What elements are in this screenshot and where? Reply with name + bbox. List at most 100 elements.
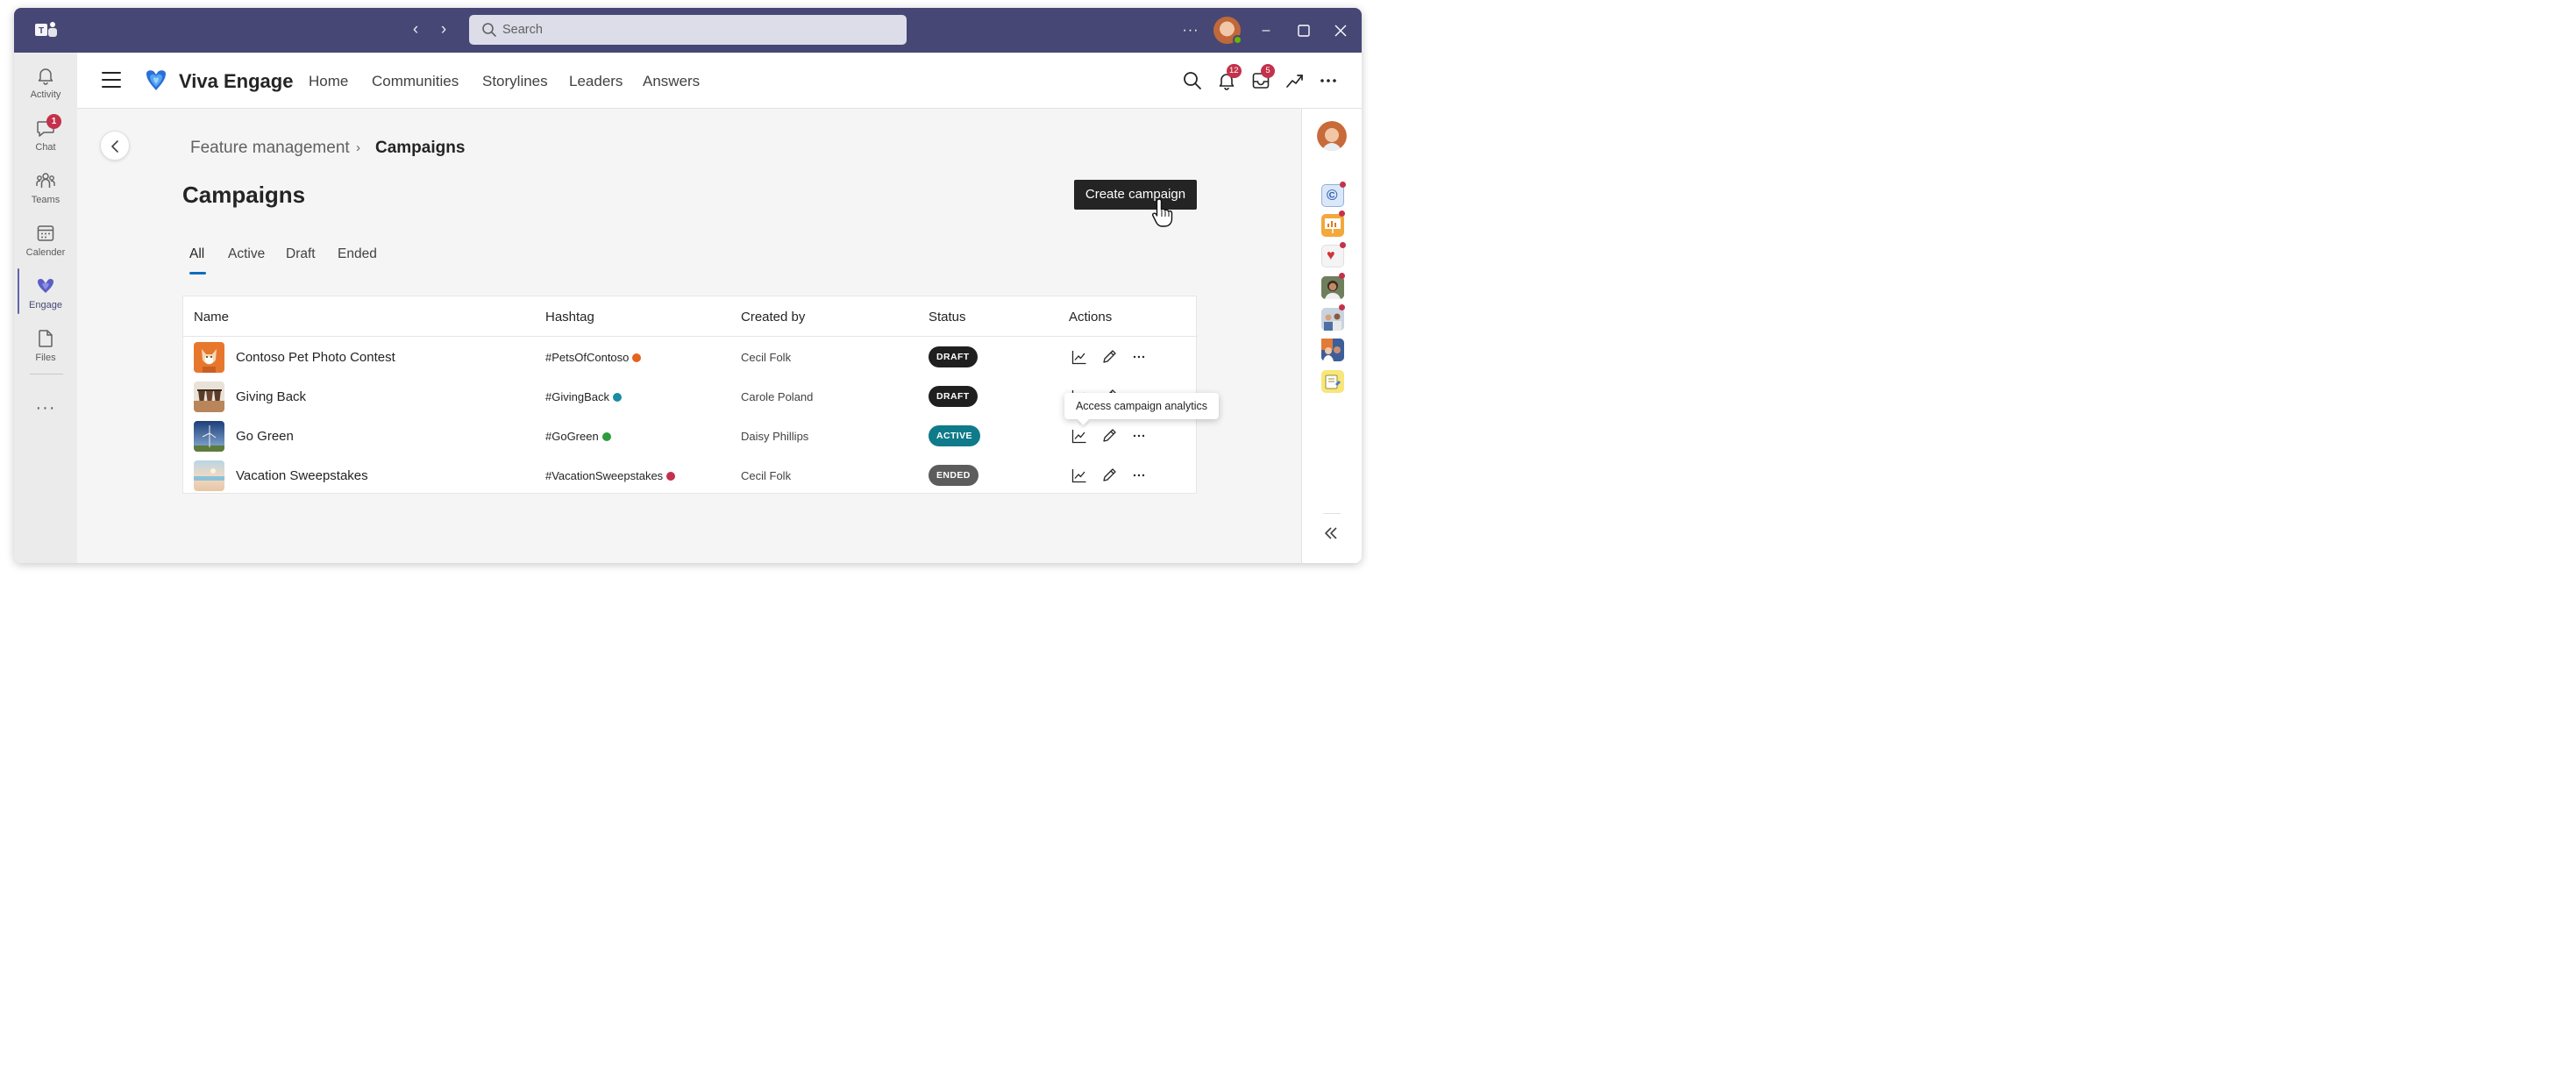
app-team-icon[interactable] xyxy=(1321,339,1344,361)
campaign-name[interactable]: Giving Back xyxy=(236,389,306,404)
edit-pencil-icon[interactable] xyxy=(1100,348,1118,366)
campaign-name[interactable]: Contoso Pet Photo Contest xyxy=(236,350,395,365)
status-badge: ACTIVE xyxy=(929,425,980,446)
rail-label: Engage xyxy=(29,300,62,310)
nav-communities[interactable]: Communities xyxy=(372,73,459,90)
right-bar-divider xyxy=(1323,513,1341,514)
notifications-badge: 12 xyxy=(1227,64,1242,78)
created-by: Cecil Folk xyxy=(741,469,792,482)
user-avatar[interactable] xyxy=(1213,17,1242,45)
viva-engage-logo-icon xyxy=(146,70,166,90)
search-icon xyxy=(482,23,496,37)
more-options-icon[interactable] xyxy=(1318,70,1339,91)
app-praise-icon[interactable]: ♥ xyxy=(1321,242,1346,267)
teams-logo-icon[interactable]: T xyxy=(35,21,58,40)
right-app-bar: © ♥ xyxy=(1301,109,1362,563)
create-campaign-button[interactable]: Create campaign xyxy=(1074,180,1197,210)
status-badge: DRAFT xyxy=(929,386,978,407)
engage-icon xyxy=(38,278,53,293)
app-presentation-icon[interactable] xyxy=(1321,210,1345,237)
hand-cursor-icon xyxy=(1151,198,1173,227)
page-title: Campaigns xyxy=(182,182,306,208)
tab-ended[interactable]: Ended xyxy=(338,246,377,262)
close-icon[interactable] xyxy=(1332,22,1349,39)
created-by: Daisy Phillips xyxy=(741,430,809,443)
campaign-hashtag: #PetsOfContoso xyxy=(545,351,642,364)
hashtag-text: #GoGreen xyxy=(545,430,599,443)
breadcrumb-feature-management[interactable]: Feature management xyxy=(190,139,350,158)
nav-home[interactable]: Home xyxy=(309,73,348,90)
title-bar: T ‹ › Search ··· – xyxy=(14,8,1362,53)
more-options-icon[interactable] xyxy=(1130,427,1148,445)
collapse-double-chevron-icon[interactable] xyxy=(1322,525,1341,541)
table-row[interactable]: Go Green #GoGreen Daisy Phillips ACTIVE xyxy=(183,416,1198,455)
back-arrow-icon[interactable]: ‹ xyxy=(407,21,424,39)
rail-item-activity[interactable]: Activity xyxy=(14,61,77,112)
analytics-icon[interactable] xyxy=(1071,427,1088,445)
app-copyright-icon[interactable]: © xyxy=(1321,182,1346,207)
search-icon[interactable] xyxy=(1182,70,1203,91)
hamburger-menu-icon[interactable] xyxy=(102,72,121,88)
rail-label: Chat xyxy=(35,142,56,153)
group-photo-icon xyxy=(1321,308,1344,331)
bell-icon xyxy=(38,68,53,85)
edit-pencil-icon[interactable] xyxy=(1100,427,1118,445)
column-header-status[interactable]: Status xyxy=(929,310,966,324)
minimize-icon[interactable]: – xyxy=(1257,22,1275,39)
rail-item-files[interactable]: Files xyxy=(14,324,77,375)
campaign-thumbnail xyxy=(194,342,224,373)
nav-storylines[interactable]: Storylines xyxy=(482,73,548,90)
presentation-chart-icon xyxy=(1325,218,1341,233)
analytics-icon[interactable] xyxy=(1071,467,1088,484)
column-header-created-by[interactable]: Created by xyxy=(741,310,805,324)
profile-avatar[interactable] xyxy=(1317,121,1347,151)
teams-icon xyxy=(36,173,55,188)
inbox-button[interactable]: 5 xyxy=(1250,64,1275,91)
table-row[interactable]: Giving Back #GivingBack Carole Poland DR… xyxy=(183,376,1198,416)
table-row[interactable]: Contoso Pet Photo Contest #PetsOfContoso… xyxy=(183,337,1198,376)
app-title: Viva Engage xyxy=(179,70,294,92)
campaign-thumbnail xyxy=(194,421,224,452)
search-input[interactable]: Search xyxy=(469,15,907,45)
app-group-icon[interactable] xyxy=(1321,304,1345,331)
tab-selected-indicator xyxy=(189,272,206,275)
main-content: Feature management › Campaigns Campaigns… xyxy=(77,109,1301,563)
status-badge: ENDED xyxy=(929,465,978,486)
more-options-icon[interactable] xyxy=(1130,348,1148,366)
app-person-icon[interactable] xyxy=(1321,273,1345,299)
tab-active[interactable]: Active xyxy=(228,246,265,262)
hashtag-text: #VacationSweepstakes xyxy=(545,469,664,482)
campaign-thumbnail xyxy=(194,460,224,491)
campaign-name[interactable]: Go Green xyxy=(236,429,294,444)
campaign-name[interactable]: Vacation Sweepstakes xyxy=(236,468,368,483)
back-button[interactable] xyxy=(100,131,130,160)
column-header-name[interactable]: Name xyxy=(194,310,229,324)
more-options-icon[interactable]: ··· xyxy=(1182,22,1199,39)
tab-all[interactable]: All xyxy=(189,246,204,262)
app-rail: Activity 1 Chat Teams Calender Engage Fi… xyxy=(14,53,77,563)
rail-item-calendar[interactable]: Calender xyxy=(14,219,77,270)
table-row[interactable]: Vacation Sweepstakes #VacationSweepstake… xyxy=(183,455,1198,495)
more-options-icon[interactable] xyxy=(1130,467,1148,484)
rail-item-engage[interactable]: Engage xyxy=(14,272,77,323)
created-by: Carole Poland xyxy=(741,390,814,403)
app-notes-icon[interactable] xyxy=(1321,370,1344,393)
notifications-button[interactable]: 12 xyxy=(1216,64,1242,91)
analytics-icon[interactable] xyxy=(1071,348,1088,366)
rail-item-teams[interactable]: Teams xyxy=(14,167,77,217)
calendar-icon xyxy=(37,225,54,241)
analytics-icon[interactable] xyxy=(1284,70,1306,91)
tab-draft[interactable]: Draft xyxy=(286,246,316,262)
rail-label: Files xyxy=(35,353,56,363)
maximize-icon[interactable] xyxy=(1295,22,1313,39)
nav-leaders[interactable]: Leaders xyxy=(569,73,623,90)
nav-answers[interactable]: Answers xyxy=(643,73,700,90)
verified-badge-icon xyxy=(612,393,622,402)
rail-item-chat[interactable]: 1 Chat xyxy=(14,114,77,165)
hashtag-text: #GivingBack xyxy=(545,390,609,403)
inbox-badge: 5 xyxy=(1261,64,1275,78)
edit-pencil-icon[interactable] xyxy=(1100,467,1118,484)
column-header-hashtag[interactable]: Hashtag xyxy=(545,310,594,324)
forward-arrow-icon[interactable]: › xyxy=(435,21,452,39)
more-apps-icon[interactable]: ··· xyxy=(14,398,77,418)
